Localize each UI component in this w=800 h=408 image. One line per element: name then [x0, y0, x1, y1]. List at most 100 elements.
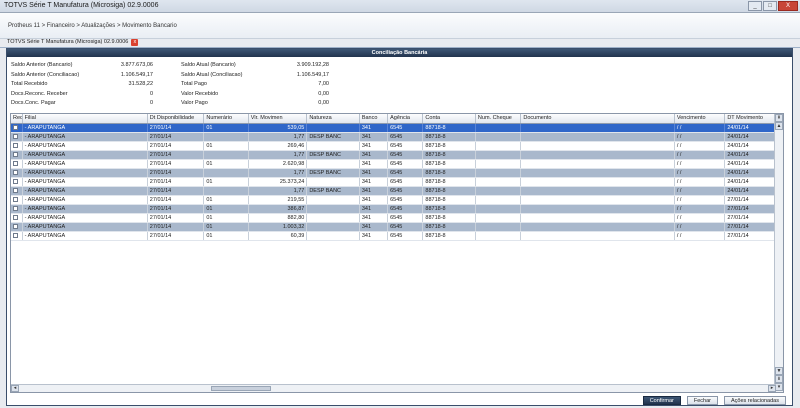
- checkbox-icon[interactable]: [13, 124, 18, 130]
- table-cell[interactable]: 01: [203, 222, 249, 232]
- table-cell[interactable]: [306, 159, 360, 169]
- scroll-left-icon[interactable]: ◂: [11, 385, 19, 392]
- table-cell[interactable]: 88718-8: [422, 159, 476, 169]
- table-cell[interactable]: [520, 123, 675, 133]
- table-cell[interactable]: 1,77: [248, 186, 308, 196]
- column-header[interactable]: Documento: [520, 114, 675, 124]
- table-cell[interactable]: 6545: [387, 231, 424, 241]
- table-cell[interactable]: 341: [359, 213, 389, 223]
- table-row[interactable]: - ARAPUTANGA 27/01/14 01 269,46 341 6545 88718…: [11, 141, 783, 151]
- row-checkbox[interactable]: [11, 168, 23, 178]
- table-cell[interactable]: 386,87: [248, 204, 308, 214]
- row-checkbox[interactable]: [11, 141, 23, 151]
- table-cell[interactable]: 88718-8: [422, 141, 476, 151]
- table-cell[interactable]: 27/01/14: [147, 123, 205, 133]
- table-cell[interactable]: [203, 168, 249, 178]
- table-cell[interactable]: [203, 132, 249, 142]
- table-cell[interactable]: [306, 222, 360, 232]
- table-cell[interactable]: 341: [359, 123, 389, 133]
- table-cell[interactable]: 341: [359, 150, 389, 160]
- table-cell[interactable]: 341: [359, 195, 389, 205]
- table-cell[interactable]: / /: [674, 195, 726, 205]
- table-row[interactable]: - ARAPUTANGA 27/01/14 1,77 DESP BANC 341 6545…: [11, 168, 783, 178]
- table-cell[interactable]: 27/01/14: [147, 132, 205, 142]
- table-cell[interactable]: / /: [674, 204, 726, 214]
- table-cell[interactable]: [520, 222, 675, 232]
- table-cell[interactable]: 341: [359, 141, 389, 151]
- table-cell[interactable]: [475, 204, 522, 214]
- table-cell[interactable]: 269,46: [248, 141, 308, 151]
- table-cell[interactable]: - ARAPUTANGA: [22, 141, 148, 151]
- table-cell[interactable]: 88718-8: [422, 222, 476, 232]
- table-cell[interactable]: 341: [359, 177, 389, 187]
- column-header[interactable]: Filial: [22, 114, 148, 124]
- table-cell[interactable]: [306, 141, 360, 151]
- table-cell[interactable]: [475, 123, 522, 133]
- table-cell[interactable]: [520, 177, 675, 187]
- table-cell[interactable]: - ARAPUTANGA: [22, 150, 148, 160]
- table-cell[interactable]: 88718-8: [422, 186, 476, 196]
- table-cell[interactable]: 6545: [387, 150, 424, 160]
- table-cell[interactable]: - ARAPUTANGA: [22, 159, 148, 169]
- table-cell[interactable]: [475, 222, 522, 232]
- row-checkbox[interactable]: [11, 123, 23, 133]
- table-cell[interactable]: / /: [674, 213, 726, 223]
- table-cell[interactable]: - ARAPUTANGA: [22, 195, 148, 205]
- table-cell[interactable]: [475, 195, 522, 205]
- table-cell[interactable]: [306, 195, 360, 205]
- movements-grid[interactable]: Rec Filial Dt Disponibilidade Numerário Vlr.…: [10, 113, 784, 393]
- table-row[interactable]: - ARAPUTANGA 27/01/14 01 882,80 341 6545 88718…: [11, 213, 783, 223]
- row-checkbox[interactable]: [11, 159, 23, 169]
- minimize-button[interactable]: _: [748, 1, 762, 11]
- table-cell[interactable]: / /: [674, 168, 726, 178]
- scroll-up-icon[interactable]: ▲: [775, 122, 783, 130]
- table-cell[interactable]: 6545: [387, 123, 424, 133]
- table-cell[interactable]: / /: [674, 177, 726, 187]
- table-cell[interactable]: 341: [359, 204, 389, 214]
- table-cell[interactable]: 01: [203, 231, 249, 241]
- row-checkbox[interactable]: [11, 204, 23, 214]
- row-checkbox[interactable]: [11, 186, 23, 196]
- checkbox-icon[interactable]: [13, 160, 18, 166]
- table-cell[interactable]: 88718-8: [422, 195, 476, 205]
- table-cell[interactable]: 6545: [387, 204, 424, 214]
- table-cell[interactable]: 6545: [387, 141, 424, 151]
- table-cell[interactable]: - ARAPUTANGA: [22, 123, 148, 133]
- vertical-scrollbar[interactable]: ⇞ ▲ ▼ ⇟ ▾: [774, 114, 783, 392]
- table-cell[interactable]: 341: [359, 168, 389, 178]
- scroll-bottom-icon[interactable]: ⇟: [775, 375, 783, 383]
- table-cell[interactable]: DESP BANC: [306, 186, 360, 196]
- table-cell[interactable]: / /: [674, 186, 726, 196]
- table-cell[interactable]: 01: [203, 123, 249, 133]
- table-cell[interactable]: 27/01/14: [147, 159, 205, 169]
- table-cell[interactable]: 27/01/14: [147, 141, 205, 151]
- column-header[interactable]: Vencimento: [674, 114, 726, 124]
- table-cell[interactable]: [520, 186, 675, 196]
- table-cell[interactable]: / /: [674, 159, 726, 169]
- column-header[interactable]: Banco: [359, 114, 389, 124]
- table-cell[interactable]: 539,05: [248, 123, 308, 133]
- table-cell[interactable]: [203, 186, 249, 196]
- table-cell[interactable]: 88718-8: [422, 132, 476, 142]
- table-cell[interactable]: [475, 231, 522, 241]
- breadcrumb[interactable]: Protheus 11 > Financeiro > Atualizações …: [8, 23, 177, 29]
- table-cell[interactable]: [475, 150, 522, 160]
- table-cell[interactable]: 6545: [387, 195, 424, 205]
- table-cell[interactable]: [475, 132, 522, 142]
- tab-close-icon[interactable]: x: [131, 39, 139, 46]
- checkbox-icon[interactable]: [13, 214, 18, 220]
- table-cell[interactable]: - ARAPUTANGA: [22, 132, 148, 142]
- column-header[interactable]: Conta: [422, 114, 476, 124]
- table-cell[interactable]: [306, 213, 360, 223]
- table-cell[interactable]: - ARAPUTANGA: [22, 231, 148, 241]
- checkbox-icon[interactable]: [13, 178, 18, 184]
- table-cell[interactable]: 88718-8: [422, 231, 476, 241]
- table-cell[interactable]: [520, 159, 675, 169]
- related-actions-button[interactable]: Ações relacionadas: [723, 396, 786, 405]
- table-row[interactable]: - ARAPUTANGA 27/01/14 01 2.620,98 341 6545 887…: [11, 159, 783, 169]
- table-cell[interactable]: 27/01/14: [147, 222, 205, 232]
- table-cell[interactable]: 01: [203, 213, 249, 223]
- table-cell[interactable]: 27/01/14: [147, 231, 205, 241]
- table-row[interactable]: - ARAPUTANGA 27/01/14 01 60,39 341 6545 88718-…: [11, 231, 783, 241]
- scroll-right-icon[interactable]: ▸: [768, 385, 776, 392]
